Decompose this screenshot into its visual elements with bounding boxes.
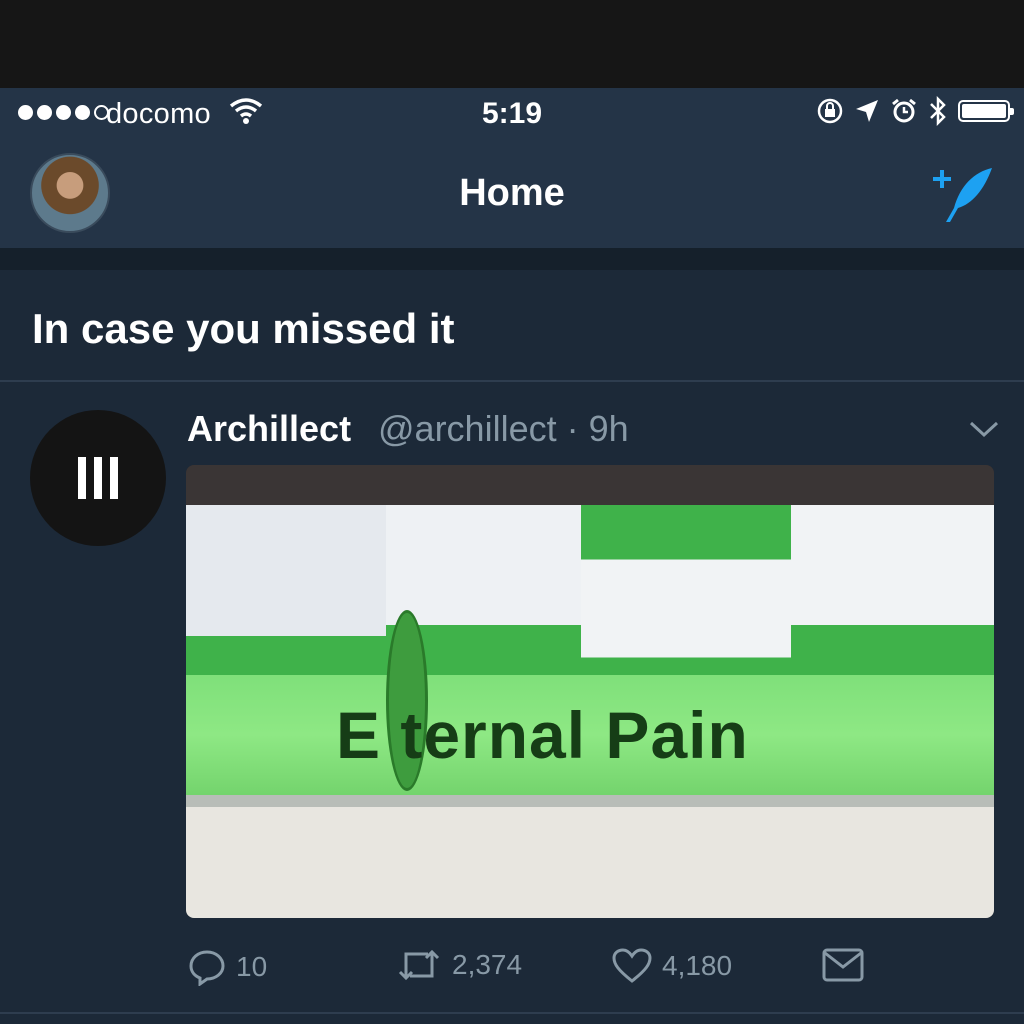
reply-button[interactable]: 10 (188, 948, 267, 986)
location-arrow-icon (856, 100, 878, 122)
tweet-author-name[interactable]: Archillect (187, 408, 351, 450)
rotation-lock-icon (817, 98, 843, 124)
retweet-icon (398, 949, 440, 981)
tweet-media-image[interactable]: E ternal Pain (186, 465, 994, 918)
retweet-button[interactable]: 2,374 (396, 948, 522, 982)
page-title: Home (459, 172, 565, 214)
retweet-count: 2,374 (452, 949, 523, 980)
tweet-author-avatar[interactable] (30, 410, 166, 546)
envelope-icon (822, 948, 864, 982)
like-count: 4,180 (662, 950, 733, 981)
chevron-down-icon[interactable] (968, 418, 1000, 445)
reply-count: 10 (236, 951, 268, 982)
compose-tweet-icon[interactable] (932, 164, 996, 229)
section-title: In case you missed it (32, 305, 455, 352)
heart-icon (612, 948, 652, 983)
tweet-timestamp: · 9h (566, 408, 629, 449)
sign-text: E ternal Pain (336, 698, 749, 772)
direct-message-button[interactable] (822, 948, 864, 982)
alarm-icon (892, 98, 916, 123)
bluetooth-icon (930, 96, 946, 126)
tweet-handle[interactable]: @archillect (378, 408, 557, 449)
status-icons (816, 96, 1014, 126)
battery-icon (958, 100, 1014, 122)
tweet-handle-time: @archillect · 9h (378, 408, 629, 450)
top-black-region (0, 0, 1024, 88)
reply-icon (189, 950, 225, 986)
section-divider (0, 248, 1024, 270)
like-button[interactable]: 4,180 (612, 948, 732, 984)
tweet-divider (0, 1012, 1024, 1014)
